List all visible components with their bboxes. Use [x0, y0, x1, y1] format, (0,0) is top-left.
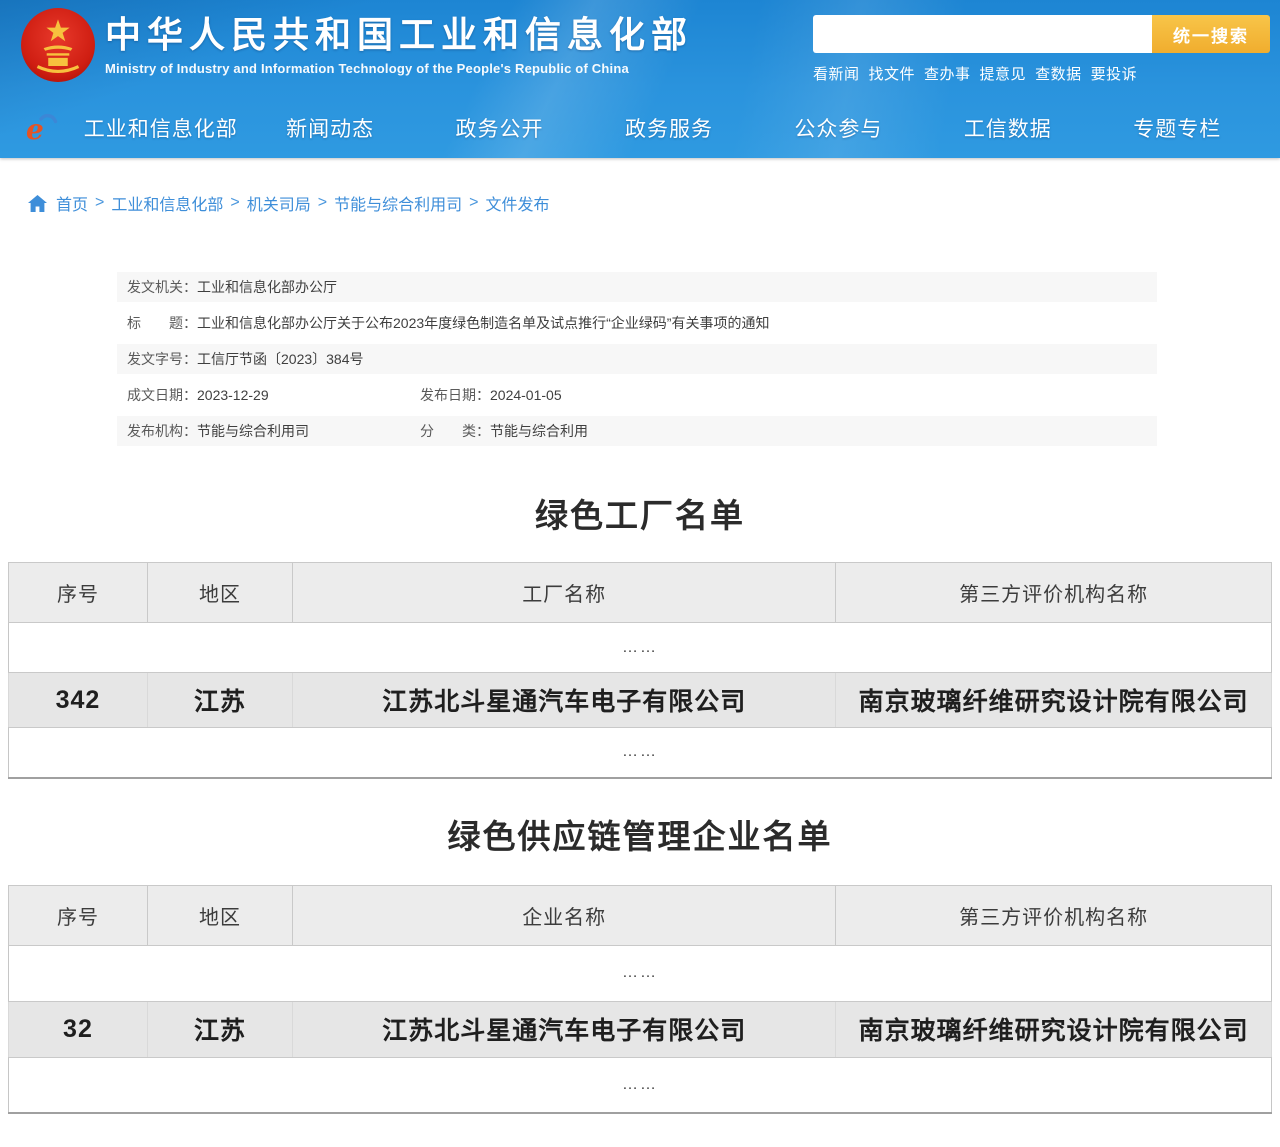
search-area: 统一搜索 看新闻 找文件 查办事 提意见 查数据 要投诉 [813, 15, 1270, 84]
breadcrumb-separator: > [95, 194, 104, 212]
meta-label: 发布日期： [420, 387, 490, 403]
meta-row-document-number: 发文字号：工信厅节函〔2023〕384号 [117, 344, 1157, 374]
green-supply-chain-table: 序号 地区 企业名称 第三方评价机构名称 …… 32 江苏 江苏北斗星通汽车电子… [8, 885, 1272, 1115]
ellipsis-cell: …… [9, 945, 1272, 1001]
banner-top: 中华人民共和国工业和信息化部 Ministry of Industry and … [0, 0, 1280, 97]
breadcrumb-item-miit[interactable]: 工业和信息化部 [111, 191, 223, 215]
quick-links: 看新闻 找文件 查办事 提意见 查数据 要投诉 [813, 63, 1270, 84]
ellipsis-cell: …… [9, 728, 1272, 778]
nav-item-special-topics[interactable]: 专题专栏 [1093, 113, 1262, 143]
nav-item-gov-disclosure[interactable]: 政务公开 [415, 113, 584, 143]
meta-value: 节能与综合利用 [490, 423, 588, 439]
nav-item-miit-data[interactable]: 工信数据 [923, 113, 1092, 143]
cell-factory-name: 江苏北斗星通汽车电子有限公司 [293, 673, 836, 728]
table-row-342: 342 江苏 江苏北斗星通汽车电子有限公司 南京玻璃纤维研究设计院有限公司 [9, 673, 1272, 728]
site-title: 中华人民共和国工业和信息化部 [105, 14, 693, 56]
column-header-region: 地区 [147, 563, 292, 623]
cell-region: 江苏 [147, 673, 292, 728]
nav-item-news[interactable]: 新闻动态 [245, 113, 414, 143]
cell-evaluator: 南京玻璃纤维研究设计院有限公司 [836, 1001, 1272, 1057]
column-header-factory-name: 工厂名称 [293, 563, 836, 623]
meta-value: 2023-12-29 [197, 387, 269, 403]
green-factory-table: 序号 地区 工厂名称 第三方评价机构名称 …… 342 江苏 江苏北斗星通汽车电… [8, 562, 1272, 779]
table-row-ellipsis: …… [9, 623, 1272, 673]
quick-link-data[interactable]: 查数据 [1035, 63, 1082, 84]
cell-enterprise-name: 江苏北斗星通汽车电子有限公司 [293, 1001, 836, 1057]
cell-evaluator: 南京玻璃纤维研究设计院有限公司 [836, 673, 1272, 728]
ellipsis-cell: …… [9, 623, 1272, 673]
gov-e-logo: e [22, 110, 58, 146]
column-header-number: 序号 [9, 885, 148, 945]
table-row-ellipsis: …… [9, 728, 1272, 778]
brand-text: 中华人民共和国工业和信息化部 Ministry of Industry and … [105, 14, 693, 76]
table-row-32: 32 江苏 江苏北斗星通汽车电子有限公司 南京玻璃纤维研究设计院有限公司 [9, 1001, 1272, 1057]
column-header-evaluator: 第三方评价机构名称 [836, 563, 1272, 623]
cell-number: 32 [9, 1001, 148, 1057]
table-row-ellipsis: …… [9, 945, 1272, 1001]
column-header-enterprise-name: 企业名称 [293, 885, 836, 945]
meta-value: 2024-01-05 [490, 387, 562, 403]
column-header-region: 地区 [147, 885, 292, 945]
site-banner: 中华人民共和国工业和信息化部 Ministry of Industry and … [0, 0, 1280, 158]
breadcrumb-separator: > [230, 194, 239, 212]
meta-label: 发文字号： [127, 351, 197, 367]
quick-link-affairs[interactable]: 查办事 [924, 63, 971, 84]
breadcrumb-separator: > [469, 194, 478, 212]
meta-row-title: 标 题：工业和信息化部办公厅关于公布2023年度绿色制造名单及试点推行“企业绿码… [117, 308, 1157, 338]
column-header-evaluator: 第三方评价机构名称 [836, 885, 1272, 945]
green-factory-list-title: 绿色工厂名单 [0, 494, 1280, 538]
meta-label: 发布机构： [127, 423, 197, 439]
breadcrumb-item-home[interactable]: 首页 [56, 191, 88, 215]
breadcrumb-item-departments[interactable]: 机关司局 [247, 191, 311, 215]
meta-row-publisher-category: 发布机构：节能与综合利用司 分 类：节能与综合利用 [117, 416, 1157, 446]
site-subtitle: Ministry of Industry and Information Tec… [105, 61, 693, 76]
meta-row-issuing-agency: 发文机关：工业和信息化部办公厅 [117, 272, 1157, 302]
breadcrumb-item-energy-conservation-dept[interactable]: 节能与综合利用司 [334, 191, 462, 215]
national-emblem-logo [20, 7, 96, 83]
breadcrumb: 首页 > 工业和信息化部 > 机关司局 > 节能与综合利用司 > 文件发布 [28, 192, 1280, 214]
meta-label: 发文机关： [127, 279, 197, 295]
cell-region: 江苏 [147, 1001, 292, 1057]
breadcrumb-item-document-release[interactable]: 文件发布 [485, 191, 549, 215]
nav-item-public-participation[interactable]: 公众参与 [754, 113, 923, 143]
main-nav: e 工业和信息化部 新闻动态 政务公开 政务服务 公众参与 工信数据 专题专栏 [0, 97, 1280, 158]
meta-value: 工业和信息化部办公厅 [197, 279, 337, 295]
document-meta: 发文机关：工业和信息化部办公厅 标 题：工业和信息化部办公厅关于公布2023年度… [117, 272, 1157, 446]
meta-label: 分 类： [420, 423, 490, 439]
meta-value: 节能与综合利用司 [197, 423, 309, 439]
meta-value: 工信厅节函〔2023〕384号 [197, 351, 364, 367]
meta-label: 标 题： [127, 315, 197, 331]
meta-label: 成文日期： [127, 387, 197, 403]
home-icon[interactable] [28, 195, 47, 212]
ellipsis-cell: …… [9, 1057, 1272, 1113]
search-input[interactable] [813, 15, 1152, 53]
cell-number: 342 [9, 673, 148, 728]
quick-link-news[interactable]: 看新闻 [813, 63, 860, 84]
meta-row-dates: 成文日期：2023-12-29 发布日期：2024-01-05 [117, 380, 1157, 410]
quick-link-documents[interactable]: 找文件 [869, 63, 916, 84]
green-supply-chain-list-title: 绿色供应链管理企业名单 [0, 815, 1280, 859]
unified-search-button[interactable]: 统一搜索 [1152, 15, 1270, 53]
breadcrumb-separator: > [318, 194, 327, 212]
column-header-number: 序号 [9, 563, 148, 623]
nav-item-ministry-home[interactable]: 工业和信息化部 [76, 113, 245, 143]
table-header-row: 序号 地区 工厂名称 第三方评价机构名称 [9, 563, 1272, 623]
table-header-row: 序号 地区 企业名称 第三方评价机构名称 [9, 885, 1272, 945]
nav-item-gov-services[interactable]: 政务服务 [584, 113, 753, 143]
meta-value: 工业和信息化部办公厅关于公布2023年度绿色制造名单及试点推行“企业绿码”有关事… [197, 315, 769, 331]
quick-link-complaints[interactable]: 要投诉 [1091, 63, 1138, 84]
quick-link-suggestions[interactable]: 提意见 [980, 63, 1027, 84]
table-row-ellipsis: …… [9, 1057, 1272, 1113]
